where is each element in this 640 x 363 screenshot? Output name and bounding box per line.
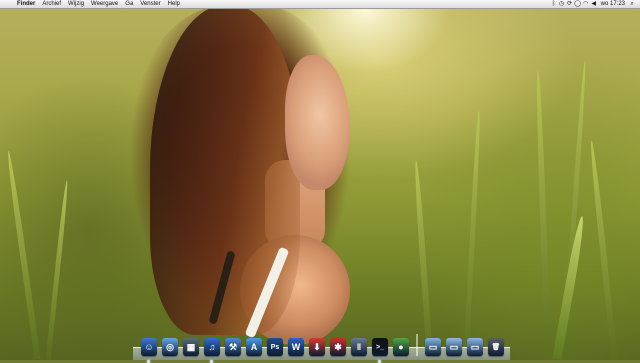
menu-archief[interactable]: Archief (39, 0, 65, 8)
dock-separator (416, 334, 418, 356)
menu-bar: Finder Archief Wijzig Weergave Ga Venste… (0, 0, 640, 9)
menu-venster[interactable]: Venster (137, 0, 164, 8)
status-area: ᛒ ◷ ⟳ ◯ ◠ ◀ wo 17:23 ⌕ (550, 0, 640, 8)
menu-finder[interactable]: Finder (14, 0, 39, 8)
grass-blade (45, 180, 70, 360)
documents-folder-icon[interactable]: ▭ (446, 338, 462, 356)
xcode-glyph: ⚒ (228, 341, 238, 352)
volume-icon[interactable]: ◀ (590, 0, 598, 8)
crossover-icon[interactable]: ✱ (330, 338, 346, 356)
adium-icon[interactable]: ● (393, 338, 409, 356)
flashget-icon[interactable]: ⬇ (309, 338, 325, 356)
menu-wijzig[interactable]: Wijzig (65, 0, 88, 8)
desktop-wallpaper (0, 0, 640, 361)
terminal-icon[interactable]: >_ (372, 338, 388, 363)
menu-clock[interactable]: wo 17:23 (598, 0, 628, 8)
grass-blade (463, 110, 482, 360)
photoshop-icon[interactable]: Ps (267, 338, 283, 356)
grass-blade (5, 150, 41, 360)
preview-glyph: ▦ (186, 341, 196, 352)
app-store-glyph: A (250, 342, 258, 352)
menu-ga[interactable]: Ga (122, 0, 137, 8)
crossover-glyph: ✱ (334, 341, 342, 352)
parallels-glyph: ‖ (356, 342, 362, 352)
sync-icon[interactable]: ⟳ (566, 0, 574, 8)
xcode-icon[interactable]: ⚒ (225, 338, 241, 356)
wifi-icon[interactable]: ◠ (582, 0, 590, 8)
menu-items: Finder Archief Wijzig Weergave Ga Venste… (14, 0, 184, 8)
applications-folder-icon[interactable]: ▭ (425, 338, 441, 356)
terminal-glyph: >_ (376, 343, 384, 351)
itunes-glyph: ♫ (208, 342, 216, 352)
grass-blade (534, 69, 552, 361)
word-glyph: W (291, 342, 301, 352)
dock: ☺ ◎ ▦ ♫ ⚒ A Ps W ⬇ ✱ ‖ >_ ● ▭ ▭ ▭ 🗑 (133, 330, 510, 363)
menu-help[interactable]: Help (165, 0, 184, 8)
safari-glyph: ◎ (166, 341, 174, 352)
photoshop-glyph: Ps (270, 343, 280, 351)
trash-glyph: 🗑 (491, 344, 501, 351)
grass-blade (588, 140, 618, 360)
finder-icon[interactable]: ☺ (141, 338, 157, 363)
downloads-folder-glyph: ▭ (470, 341, 480, 352)
adium-glyph: ● (398, 342, 404, 352)
parallels-icon[interactable]: ‖ (351, 338, 367, 356)
itunes-icon[interactable]: ♫ (204, 338, 220, 363)
bluetooth-icon[interactable]: ᛒ (550, 0, 558, 8)
applications-folder-glyph: ▭ (428, 341, 438, 352)
time-machine-icon[interactable]: ◷ (558, 0, 566, 8)
menu-weergave[interactable]: Weergave (88, 0, 122, 8)
face (285, 55, 350, 190)
documents-folder-glyph: ▭ (449, 341, 459, 352)
chat-icon[interactable]: ◯ (574, 0, 582, 8)
finder-glyph: ☺ (144, 342, 154, 352)
word-icon[interactable]: W (288, 338, 304, 356)
downloads-folder-icon[interactable]: ▭ (467, 338, 483, 356)
flashget-glyph: ⬇ (313, 341, 321, 352)
dock-icons: ☺ ◎ ▦ ♫ ⚒ A Ps W ⬇ ✱ ‖ >_ ● ▭ ▭ ▭ 🗑 (141, 334, 504, 363)
safari-icon[interactable]: ◎ (162, 338, 178, 356)
preview-icon[interactable]: ▦ (183, 338, 199, 356)
trash-icon[interactable]: 🗑 (488, 338, 504, 356)
search-icon[interactable]: ⌕ (628, 0, 636, 8)
app-store-icon[interactable]: A (246, 338, 262, 356)
